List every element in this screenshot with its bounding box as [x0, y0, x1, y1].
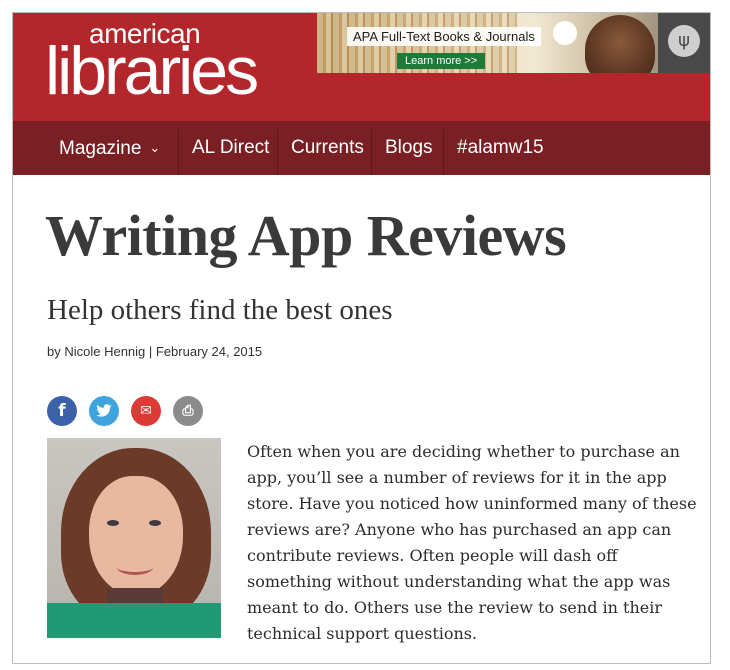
header-ad-banner[interactable]: APA Full-Text Books & Journals Learn mor… [317, 13, 710, 73]
nav-divider [443, 129, 444, 175]
article-title: Writing App Reviews [45, 203, 567, 268]
print-icon: ⎙ [182, 403, 194, 419]
nav-divider [178, 129, 179, 175]
main-nav: Magazine ⌄ AL Direct Currents Blogs #alam… [13, 121, 710, 175]
article-byline: by Nicole Hennig | February 24, 2015 [47, 344, 263, 359]
nav-item-label: Currents [291, 137, 364, 158]
nav-item-magazine[interactable]: Magazine ⌄ [59, 121, 160, 175]
photo-eye [149, 520, 161, 526]
photo-face [89, 476, 183, 596]
photo-shirt [47, 603, 221, 638]
article-body-paragraph: Often when you are deciding whether to p… [247, 442, 697, 643]
nav-divider [277, 129, 278, 175]
nav-item-alamw15[interactable]: #alamw15 [457, 121, 544, 175]
ad-decoration-circle [553, 21, 577, 45]
twitter-share-button[interactable] [89, 396, 119, 426]
nav-item-label: #alamw15 [457, 137, 544, 158]
photo-eye [107, 520, 119, 526]
nav-item-label: AL Direct [192, 137, 270, 158]
email-share-button[interactable]: ✉ [131, 396, 161, 426]
ad-learn-more-button[interactable]: Learn more >> [397, 53, 486, 69]
author-photo [47, 438, 221, 638]
twitter-icon [96, 404, 112, 417]
photo-smile [117, 560, 153, 575]
facebook-icon: f [58, 401, 66, 421]
ad-photo [585, 15, 655, 73]
article-subtitle: Help others find the best ones [47, 294, 393, 326]
email-icon: ✉ [140, 403, 152, 419]
nav-item-label: Blogs [385, 137, 433, 158]
nav-item-al-direct[interactable]: AL Direct [192, 121, 269, 175]
nav-item-currents[interactable]: Currents [291, 121, 364, 175]
nav-item-label: Magazine [59, 138, 142, 159]
nav-item-blogs[interactable]: Blogs [385, 121, 433, 175]
psi-logo-icon: ψ [668, 25, 700, 57]
facebook-share-button[interactable]: f [47, 396, 77, 426]
page-frame: american libraries APA Full-Text Books &… [12, 12, 711, 664]
logo-bottom-text: libraries [45, 33, 259, 109]
ad-title: APA Full-Text Books & Journals [347, 27, 541, 46]
ad-brand-badge: ψ [658, 13, 710, 73]
nav-divider [371, 129, 372, 175]
print-button[interactable]: ⎙ [173, 396, 203, 426]
site-header: american libraries APA Full-Text Books &… [13, 13, 710, 121]
chevron-down-icon: ⌄ [149, 140, 161, 155]
